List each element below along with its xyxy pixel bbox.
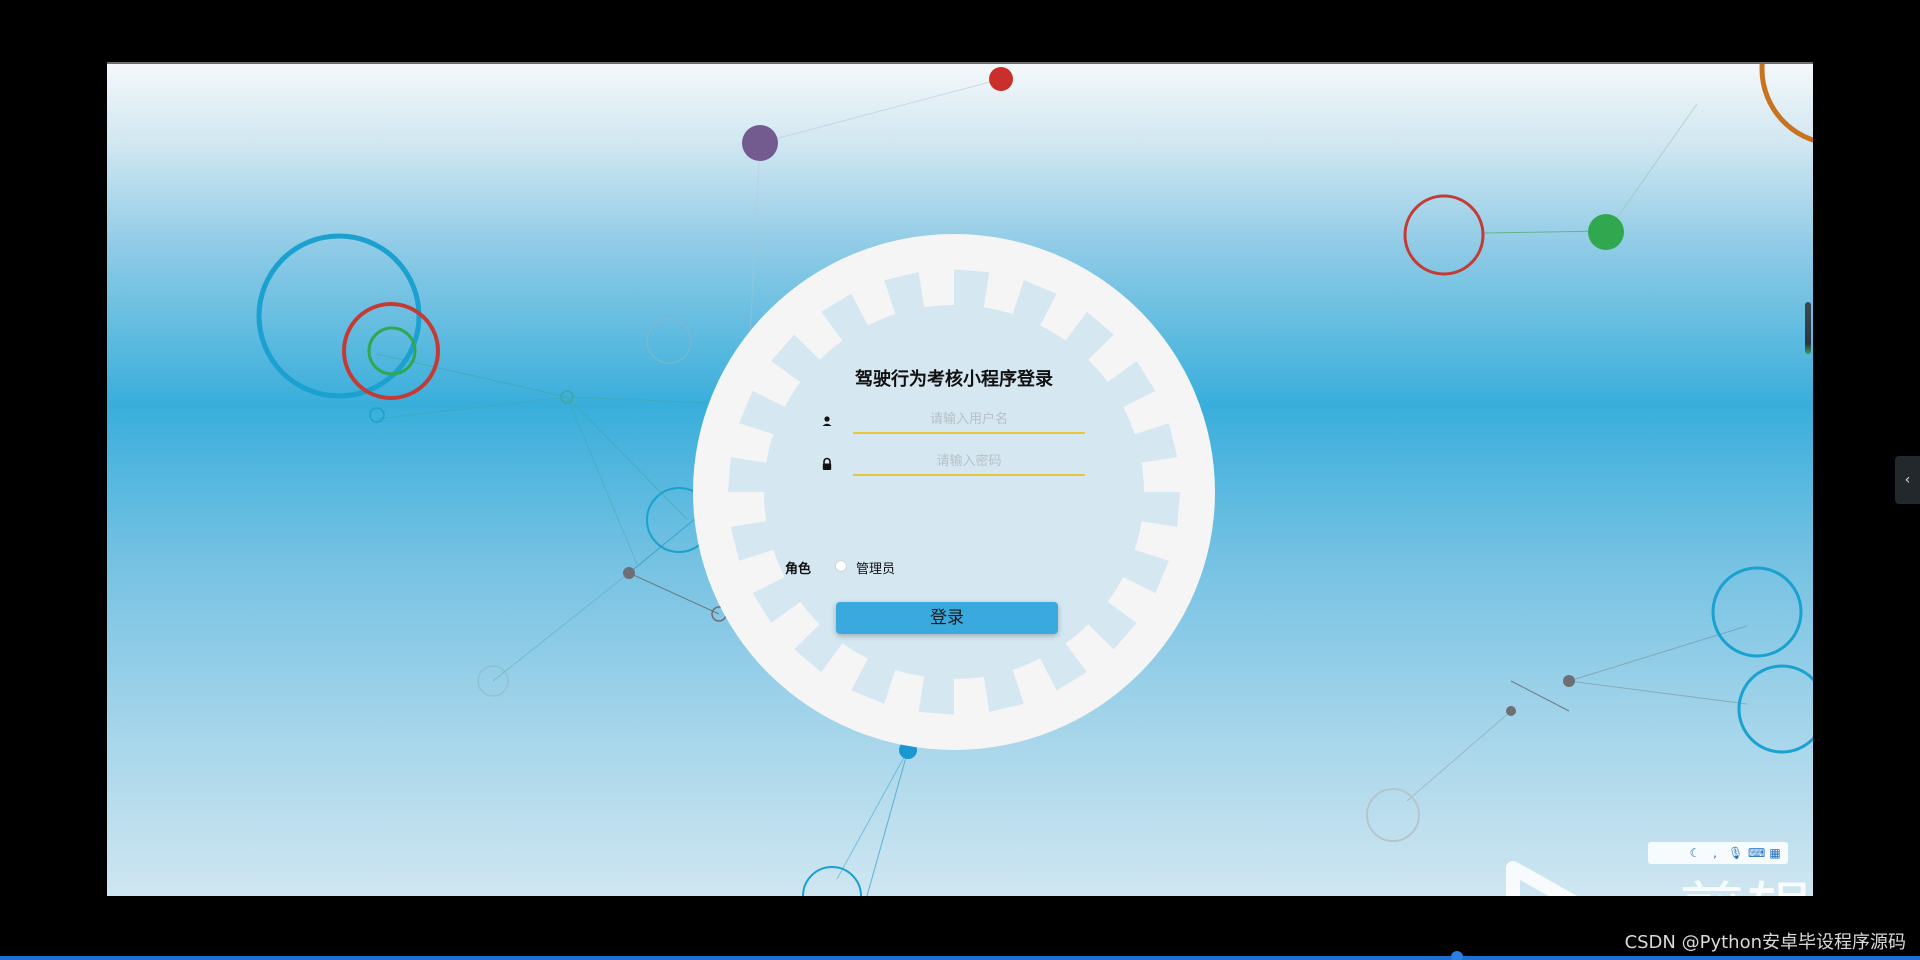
side-panel-toggle[interactable]: ‹	[1895, 456, 1920, 504]
role-option-label[interactable]: 管理员	[856, 558, 895, 577]
browser-viewport: 驾驶行为考核小程序登录 角色 管理员 登录	[107, 64, 1813, 896]
page-title: 驾驶行为考核小程序登录	[855, 369, 1053, 390]
video-progress-bar[interactable]	[0, 956, 1920, 960]
ev-watermark: ev剪辑	[1499, 860, 1813, 896]
user-icon	[822, 416, 832, 426]
login-card: 驾驶行为考核小程序登录 角色 管理员 登录	[693, 234, 1215, 750]
watermark-text: ev剪辑	[1595, 860, 1813, 896]
role-radio-admin[interactable]	[835, 560, 847, 572]
role-selector: 角色 管理员	[785, 556, 1045, 577]
grid-icon[interactable]: ▦	[1768, 846, 1782, 860]
comma-icon[interactable]: ,	[1708, 846, 1722, 860]
role-label: 角色	[785, 562, 812, 577]
password-input[interactable]	[853, 448, 1085, 476]
login-button[interactable]: 登录	[836, 602, 1058, 634]
moon-icon[interactable]: ☾	[1688, 846, 1702, 860]
chevron-left-icon: ‹	[1904, 472, 1911, 488]
video-frame: 驾驶行为考核小程序登录 角色 管理员 登录	[0, 0, 1920, 960]
keyboard-icon[interactable]: ⌨	[1748, 846, 1765, 860]
scrollbar-thumb[interactable]	[1805, 302, 1811, 354]
password-row	[815, 448, 1105, 478]
csdn-caption: CSDN @Python安卓毕设程序源码	[1624, 932, 1906, 953]
microphone-icon[interactable]: 🎙	[1728, 846, 1743, 860]
play-logo-icon	[1506, 861, 1578, 896]
username-row	[815, 406, 1105, 436]
username-input[interactable]	[853, 406, 1085, 434]
ime-toolbar: ☾ , 🎙 ⌨ ▦	[1648, 842, 1788, 864]
video-progress-knob[interactable]	[1451, 951, 1463, 960]
lock-icon	[822, 457, 832, 470]
gear-frame-decoration	[693, 234, 1215, 750]
